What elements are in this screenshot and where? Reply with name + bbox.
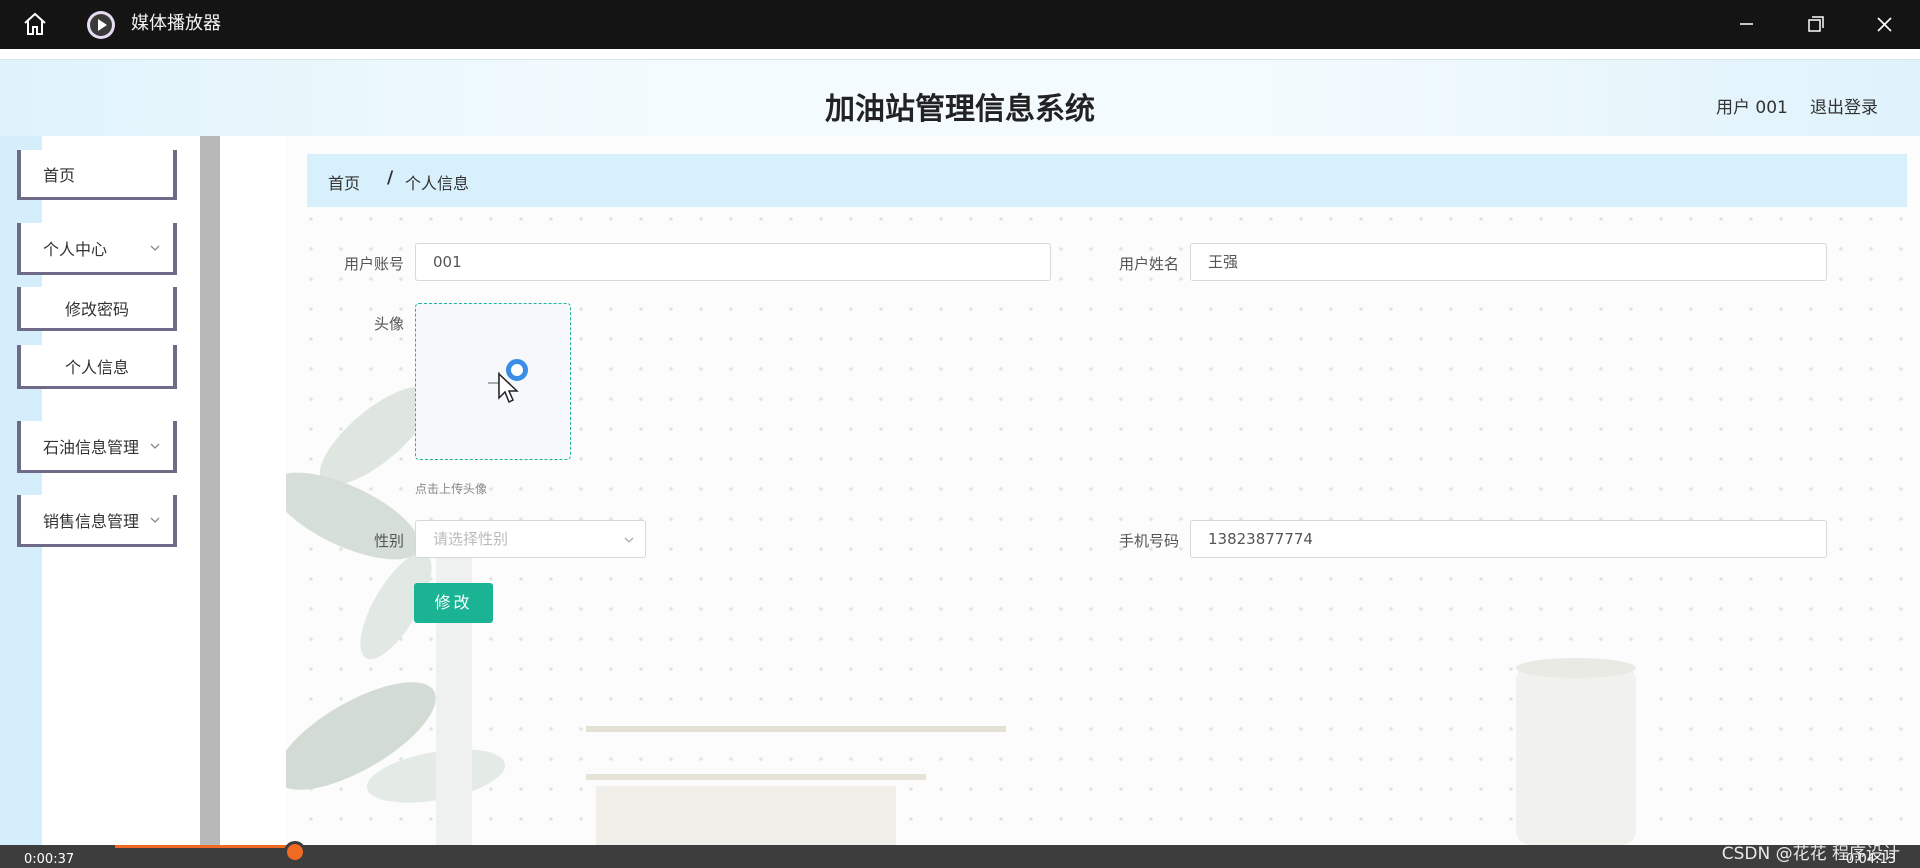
phone-field[interactable]: 13823877774 <box>1190 520 1827 558</box>
gender-select-placeholder: 请选择性别 <box>433 530 509 548</box>
sidebar-gutter <box>220 136 286 845</box>
sidebar-item-label: 个人中心 <box>43 239 108 259</box>
main-content: 首页 / 个人信息 用户账号 001 用户姓名 王强 头像 点击上传头像 性别 … <box>286 136 1920 845</box>
sidebar-item-sales-management[interactable]: 销售信息管理 <box>17 495 177 547</box>
current-user: 用户 001 <box>1716 98 1788 118</box>
submit-button[interactable]: 修改 <box>414 583 493 623</box>
page-top-strip <box>0 49 1920 59</box>
avatar-upload[interactable] <box>415 303 571 460</box>
sidebar-item-home[interactable]: 首页 <box>17 150 177 200</box>
sidebar-item-change-password[interactable]: 修改密码 <box>17 287 177 331</box>
title-bar: 媒体播放器 <box>0 0 1920 49</box>
playback-bar: 0:00:37 0:04:13 CSDN @花花 程序设计 <box>0 841 1920 868</box>
window-title: 媒体播放器 <box>131 13 221 34</box>
breadcrumb: 首页 / 个人信息 <box>307 154 1907 207</box>
name-field[interactable]: 王强 <box>1190 243 1827 281</box>
close-icon[interactable] <box>1869 10 1899 38</box>
sidebar-item-personal-center[interactable]: 个人中心 <box>17 223 177 275</box>
restore-icon[interactable] <box>1800 10 1830 38</box>
sidebar-item-label: 个人信息 <box>64 357 129 377</box>
sidebar-item-label: 石油信息管理 <box>43 437 140 457</box>
chevron-down-icon <box>150 245 160 251</box>
avatar-label: 头像 <box>373 315 404 333</box>
avatar-upload-hint: 点击上传头像 <box>415 482 488 496</box>
chevron-down-icon <box>150 517 160 523</box>
playback-seek-handle[interactable] <box>284 841 306 863</box>
gender-select[interactable]: 请选择性别 <box>415 520 646 558</box>
watermark: CSDN @花花 程序设计 <box>1721 844 1900 864</box>
sidebar-item-label: 销售信息管理 <box>43 511 140 531</box>
web-page: 加油站管理信息系统 用户 001 退出登录 首页 个人中心 修改密码 个人信息 … <box>0 59 1920 845</box>
playback-progress[interactable] <box>115 845 295 848</box>
sidebar-item-personal-info[interactable]: 个人信息 <box>17 345 177 389</box>
site-title: 加油站管理信息系统 <box>825 92 1095 127</box>
chevron-down-icon <box>624 537 634 543</box>
logout-link[interactable]: 退出登录 <box>1810 93 1878 118</box>
home-icon[interactable] <box>20 11 50 37</box>
minimize-icon[interactable] <box>1731 10 1761 38</box>
breadcrumb-separator: / <box>387 168 394 188</box>
sidebar-item-label: 修改密码 <box>64 299 129 319</box>
account-label: 用户账号 <box>343 255 404 273</box>
sidebar-item-oil-management[interactable]: 石油信息管理 <box>17 421 177 473</box>
elapsed-time: 0:00:37 <box>24 852 75 867</box>
play-circle-icon <box>87 11 115 39</box>
sidebar-item-label: 首页 <box>43 165 76 185</box>
gender-label: 性别 <box>373 532 404 550</box>
breadcrumb-current: 个人信息 <box>405 174 470 193</box>
site-header: 加油站管理信息系统 用户 001 退出登录 <box>0 59 1920 136</box>
mouse-cursor-icon <box>498 372 519 404</box>
name-label: 用户姓名 <box>1118 255 1179 273</box>
cup-illustration <box>1516 658 1636 845</box>
breadcrumb-home[interactable]: 首页 <box>328 170 360 194</box>
phone-label: 手机号码 <box>1118 532 1179 550</box>
shelf-illustration <box>586 726 1006 845</box>
sidebar-scrollbar[interactable] <box>200 136 220 845</box>
chevron-down-icon <box>150 443 160 449</box>
account-field[interactable]: 001 <box>415 243 1051 281</box>
